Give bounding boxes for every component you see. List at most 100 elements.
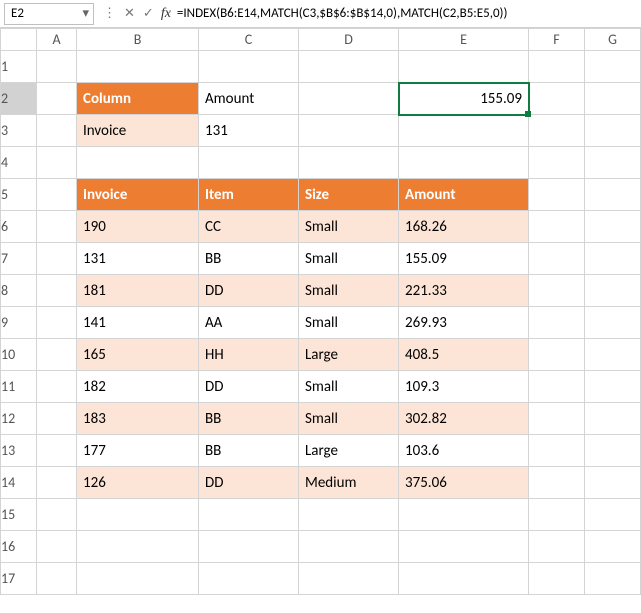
cell[interactable]: [399, 531, 529, 563]
cell[interactable]: [529, 563, 585, 595]
cell[interactable]: [37, 147, 77, 179]
row-header[interactable]: 2: [1, 83, 37, 115]
table-row[interactable]: BB: [199, 243, 299, 275]
cell[interactable]: [199, 563, 299, 595]
table-row[interactable]: DD: [199, 371, 299, 403]
chevron-down-icon[interactable]: ▾: [82, 6, 89, 21]
cell[interactable]: [585, 307, 641, 339]
cell[interactable]: [37, 307, 77, 339]
table-row[interactable]: 183: [77, 403, 199, 435]
row-header[interactable]: 9: [1, 307, 37, 339]
col-header-A[interactable]: A: [37, 29, 77, 51]
table-row[interactable]: Small: [299, 243, 399, 275]
cell[interactable]: [585, 243, 641, 275]
cell[interactable]: [585, 339, 641, 371]
table-row[interactable]: 131: [77, 243, 199, 275]
cell[interactable]: [299, 531, 399, 563]
cell[interactable]: [77, 531, 199, 563]
cell[interactable]: [299, 563, 399, 595]
accept-formula-icon[interactable]: ✓: [140, 6, 157, 21]
cell[interactable]: [585, 211, 641, 243]
cell[interactable]: [529, 467, 585, 499]
cell[interactable]: [529, 371, 585, 403]
cancel-formula-icon[interactable]: ✕: [121, 6, 138, 21]
cell[interactable]: [299, 147, 399, 179]
table-row[interactable]: 126: [77, 467, 199, 499]
cell[interactable]: [585, 147, 641, 179]
cell[interactable]: [529, 275, 585, 307]
table-row[interactable]: BB: [199, 435, 299, 467]
cell[interactable]: [585, 531, 641, 563]
col-header-G[interactable]: G: [585, 29, 641, 51]
table-row[interactable]: 109.3: [399, 371, 529, 403]
row-header[interactable]: 13: [1, 435, 37, 467]
table-row[interactable]: 190: [77, 211, 199, 243]
cell[interactable]: [585, 403, 641, 435]
table-header-invoice[interactable]: Invoice: [77, 179, 199, 211]
cell[interactable]: [529, 179, 585, 211]
cell[interactable]: [399, 499, 529, 531]
table-row[interactable]: Large: [299, 435, 399, 467]
table-row[interactable]: CC: [199, 211, 299, 243]
row-header[interactable]: 12: [1, 403, 37, 435]
cell[interactable]: [37, 467, 77, 499]
cell[interactable]: [199, 499, 299, 531]
table-header-item[interactable]: Item: [199, 179, 299, 211]
table-header-size[interactable]: Size: [299, 179, 399, 211]
table-row[interactable]: AA: [199, 307, 299, 339]
cell[interactable]: [299, 51, 399, 83]
col-header-B[interactable]: B: [77, 29, 199, 51]
cell[interactable]: [529, 339, 585, 371]
table-row[interactable]: 408.5: [399, 339, 529, 371]
table-row[interactable]: 302.82: [399, 403, 529, 435]
cell[interactable]: [585, 499, 641, 531]
table-row[interactable]: 168.26: [399, 211, 529, 243]
col-header-C[interactable]: C: [199, 29, 299, 51]
cell[interactable]: [37, 531, 77, 563]
cell[interactable]: [585, 115, 641, 147]
fx-icon[interactable]: fx: [161, 6, 171, 22]
cell[interactable]: [37, 339, 77, 371]
cell[interactable]: [199, 531, 299, 563]
table-row[interactable]: Small: [299, 211, 399, 243]
table-row[interactable]: Small: [299, 275, 399, 307]
cell[interactable]: [529, 51, 585, 83]
cell[interactable]: [529, 307, 585, 339]
cell[interactable]: [585, 51, 641, 83]
cell[interactable]: [299, 115, 399, 147]
row-header[interactable]: 6: [1, 211, 37, 243]
cell[interactable]: [399, 147, 529, 179]
table-row[interactable]: 221.33: [399, 275, 529, 307]
cell[interactable]: [529, 115, 585, 147]
table-row[interactable]: Small: [299, 403, 399, 435]
table-row[interactable]: 182: [77, 371, 199, 403]
select-all-corner[interactable]: [1, 29, 37, 51]
cell[interactable]: [37, 83, 77, 115]
row-header[interactable]: 1: [1, 51, 37, 83]
col-header-D[interactable]: D: [299, 29, 399, 51]
cell[interactable]: [529, 147, 585, 179]
cell[interactable]: [37, 563, 77, 595]
cell[interactable]: [37, 499, 77, 531]
table-row[interactable]: Small: [299, 371, 399, 403]
row-header[interactable]: 3: [1, 115, 37, 147]
cell[interactable]: [199, 147, 299, 179]
row-header[interactable]: 16: [1, 531, 37, 563]
spreadsheet-grid[interactable]: A B C D E F G 1 2 Column Amount 155.09 3: [0, 28, 641, 595]
cell[interactable]: [77, 563, 199, 595]
cell-lookup-result[interactable]: 155.09: [399, 83, 529, 115]
cell[interactable]: [37, 371, 77, 403]
cell[interactable]: [299, 83, 399, 115]
cell[interactable]: [529, 211, 585, 243]
cell[interactable]: [37, 179, 77, 211]
table-row[interactable]: 155.09: [399, 243, 529, 275]
name-box[interactable]: E2 ▾: [4, 3, 94, 25]
col-header-F[interactable]: F: [529, 29, 585, 51]
table-header-amount[interactable]: Amount: [399, 179, 529, 211]
table-row[interactable]: 181: [77, 275, 199, 307]
formula-input[interactable]: =INDEX(B6:E14,MATCH(C3,$B$6:$B$14,0),MAT…: [177, 6, 641, 21]
cell[interactable]: [585, 563, 641, 595]
cell[interactable]: [529, 435, 585, 467]
cell[interactable]: [399, 51, 529, 83]
cell[interactable]: [585, 435, 641, 467]
